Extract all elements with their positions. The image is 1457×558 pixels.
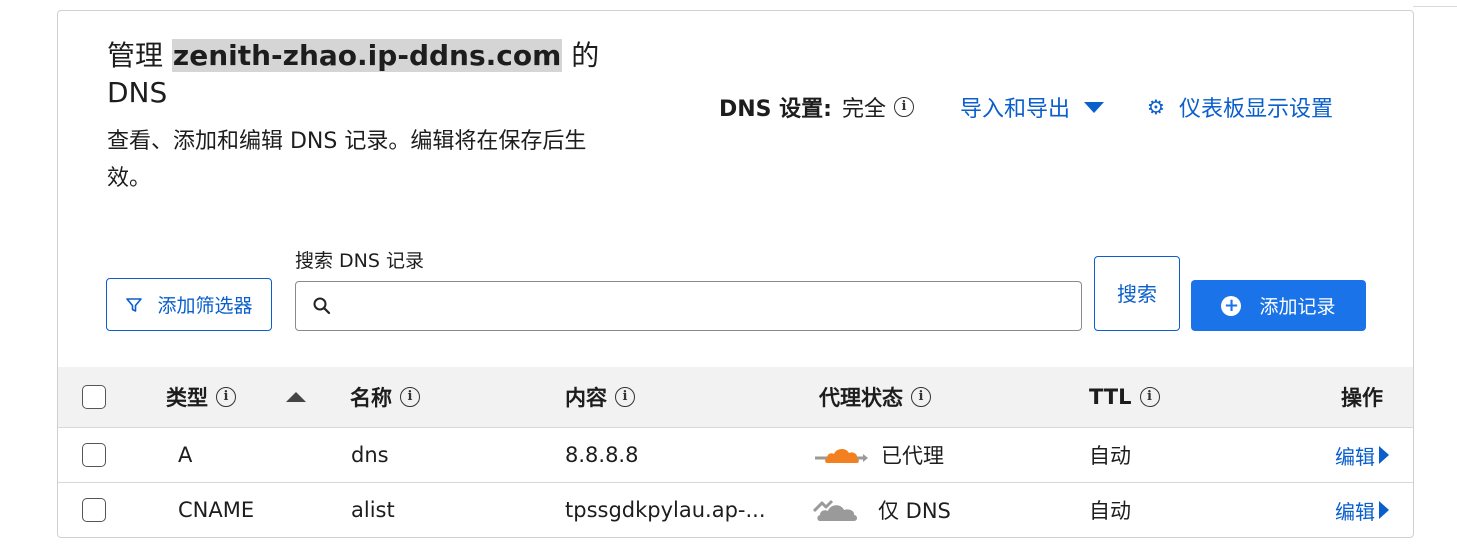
page-subtitle: 查看、添加和编辑 DNS 记录。编辑将在保存后生效。 (107, 129, 587, 191)
record-ttl: 自动 (1089, 499, 1131, 523)
column-proxy-status-label: 代理状态 (819, 386, 903, 410)
caret-right-icon (1379, 446, 1389, 464)
title-suffix: 的 (571, 39, 600, 72)
table-row: CNAME alist tpssgdkpylau.ap-... 仅 DNS 自动… (58, 482, 1413, 537)
select-all-cell (82, 367, 106, 427)
column-header-content[interactable]: 内容 i (565, 367, 635, 427)
table-row: A dns 8.8.8.8 已代理 自动 编辑 (58, 427, 1413, 482)
record-content: tpssgdkpylau.ap-... (565, 498, 766, 522)
proxy-status-label: 仅 DNS (878, 499, 951, 523)
info-icon[interactable]: i (911, 387, 931, 407)
record-type: A (178, 443, 193, 467)
caret-down-icon (1084, 101, 1105, 113)
edit-record-link[interactable]: 编辑 (1335, 428, 1389, 482)
column-ttl-label: TTL (1089, 385, 1132, 409)
record-name: dns (351, 443, 389, 467)
info-icon[interactable]: i (894, 97, 914, 117)
edit-record-link[interactable]: 编辑 (1335, 483, 1389, 537)
proxy-status-label: 已代理 (881, 444, 944, 468)
info-icon[interactable]: i (615, 387, 635, 407)
row-select-cell (82, 428, 106, 482)
dns-records-card: 管理 zenith-zhao.ip-ddns.com 的 DNS 查看、添加和编… (57, 10, 1414, 538)
column-name-label: 名称 (350, 386, 392, 410)
column-header-actions: 操作 (1341, 367, 1383, 427)
edit-label: 编辑 (1335, 444, 1375, 469)
search-icon (313, 297, 331, 315)
info-icon[interactable]: i (1139, 387, 1160, 407)
column-header-ttl[interactable]: TTL i (1089, 367, 1160, 427)
column-header-type[interactable]: 类型 i (166, 367, 236, 427)
search-field[interactable] (295, 281, 1082, 331)
record-proxy-status: 仅 DNS (810, 483, 951, 537)
page-title: 管理 zenith-zhao.ip-ddns.com 的 DNS (107, 37, 627, 111)
search-input[interactable] (342, 295, 1081, 317)
row-checkbox[interactable] (82, 443, 106, 467)
plus-circle-icon: + (1221, 295, 1242, 316)
top-divider (1413, 6, 1457, 7)
column-header-proxy-status[interactable]: 代理状态 i (819, 367, 931, 427)
table-header-row: 类型 i 名称 i 内容 i 代理状态 i TTL i 操作 (58, 367, 1413, 427)
add-filter-button[interactable]: 添加筛选器 (106, 278, 272, 331)
column-content-label: 内容 (565, 386, 607, 410)
record-name: alist (351, 498, 395, 522)
column-header-name[interactable]: 名称 i (350, 367, 420, 427)
import-export-dropdown[interactable]: 导入和导出 (960, 89, 1105, 125)
dns-setting-value: 完全 (841, 97, 886, 122)
import-export-label: 导入和导出 (960, 97, 1071, 122)
record-ttl: 自动 (1089, 444, 1131, 468)
select-all-checkbox[interactable] (82, 385, 106, 409)
title-prefix: 管理 (107, 39, 164, 72)
row-checkbox[interactable] (82, 498, 106, 522)
cloud-dns-only-icon (812, 499, 857, 521)
row-select-cell (82, 483, 106, 537)
dns-setting: DNS 设置: 完全 i (719, 89, 914, 125)
gear-icon: ⚙ (1147, 95, 1165, 119)
column-type-label: 类型 (166, 386, 208, 410)
search-button[interactable]: 搜索 (1094, 256, 1180, 331)
edit-label: 编辑 (1335, 499, 1375, 524)
domain-name: zenith-zhao.ip-ddns.com (171, 39, 563, 72)
title-line2: DNS (107, 76, 168, 109)
sort-cell (286, 367, 306, 427)
info-icon[interactable]: i (400, 387, 420, 407)
column-actions-label: 操作 (1341, 386, 1383, 410)
info-icon[interactable]: i (216, 387, 236, 407)
add-record-button[interactable]: + 添加记录 (1191, 280, 1366, 331)
dns-setting-label: DNS 设置: (719, 97, 832, 122)
record-content: 8.8.8.8 (565, 443, 639, 467)
filter-icon (126, 297, 143, 312)
cloud-proxied-icon (815, 448, 868, 463)
add-filter-label: 添加筛选器 (157, 295, 253, 317)
caret-right-icon (1379, 501, 1389, 519)
record-type: CNAME (178, 498, 255, 522)
record-proxy-status: 已代理 (813, 428, 944, 482)
search-label: 搜索 DNS 记录 (295, 250, 424, 272)
sort-ascending-icon[interactable] (286, 392, 306, 402)
dashboard-display-label: 仪表板显示设置 (1178, 97, 1333, 122)
dashboard-display-settings-link[interactable]: ⚙ 仪表板显示设置 (1147, 89, 1333, 125)
add-record-label: 添加记录 (1259, 296, 1336, 318)
